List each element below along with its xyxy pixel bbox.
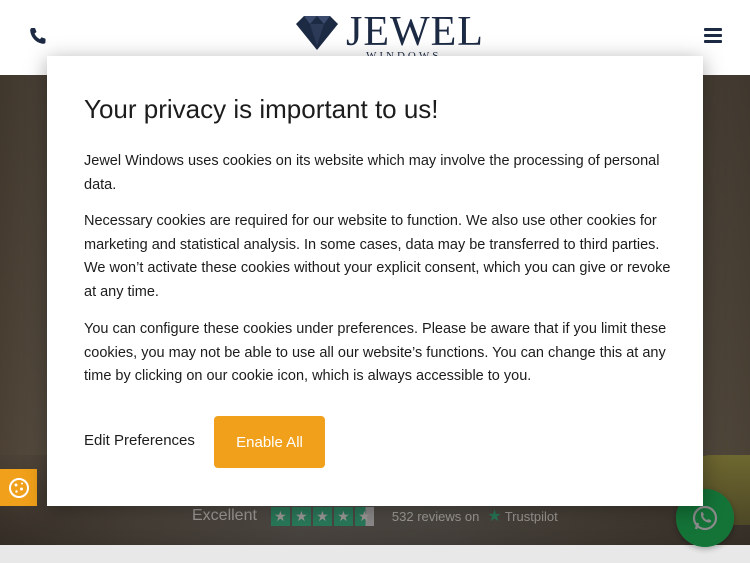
modal-paragraph-preferences: You can configure these cookies under pr… [84, 321, 667, 384]
trustpilot-brand: Trustpilot [504, 508, 558, 524]
star-icon: ★ [291, 506, 311, 526]
bottom-strip [0, 545, 750, 563]
half-star-icon: ★ [354, 506, 374, 526]
cookie-settings-button[interactable] [0, 469, 37, 506]
modal-paragraph-necessary-cookies: Necessary cookies are required for our w… [84, 213, 671, 300]
star-icon: ★ [333, 506, 353, 526]
modal-title: Your privacy is important to us! [84, 94, 439, 124]
cookie-icon [8, 477, 29, 498]
trustpilot-widget[interactable]: Excellent ★ ★ ★ ★ ★ 532 reviews on ★ Tru… [192, 505, 558, 527]
edit-preferences-button[interactable]: Edit Preferences [84, 432, 195, 449]
cookie-consent-modal: Your privacy is important to us! Jewel W… [47, 56, 703, 506]
hamburger-menu-icon[interactable] [704, 28, 722, 44]
logo-title: JEWEL [346, 9, 484, 55]
enable-all-button[interactable]: Enable All [214, 416, 325, 468]
modal-paragraph-personal-data: Jewel Windows uses cookies on its websit… [84, 153, 660, 193]
star-icon: ★ [312, 506, 332, 526]
trustpilot-star-icon: ★ [487, 508, 502, 525]
trustpilot-reviews-count: 532 reviews on [391, 508, 480, 524]
trustpilot-stars: ★ ★ ★ ★ ★ [270, 506, 374, 526]
star-icon: ★ [270, 506, 290, 526]
trustpilot-logo: ★ Trustpilot [487, 506, 557, 526]
diamond-icon [296, 16, 338, 50]
trustpilot-rating-word: Excellent [192, 507, 257, 524]
phone-icon[interactable] [28, 26, 48, 46]
